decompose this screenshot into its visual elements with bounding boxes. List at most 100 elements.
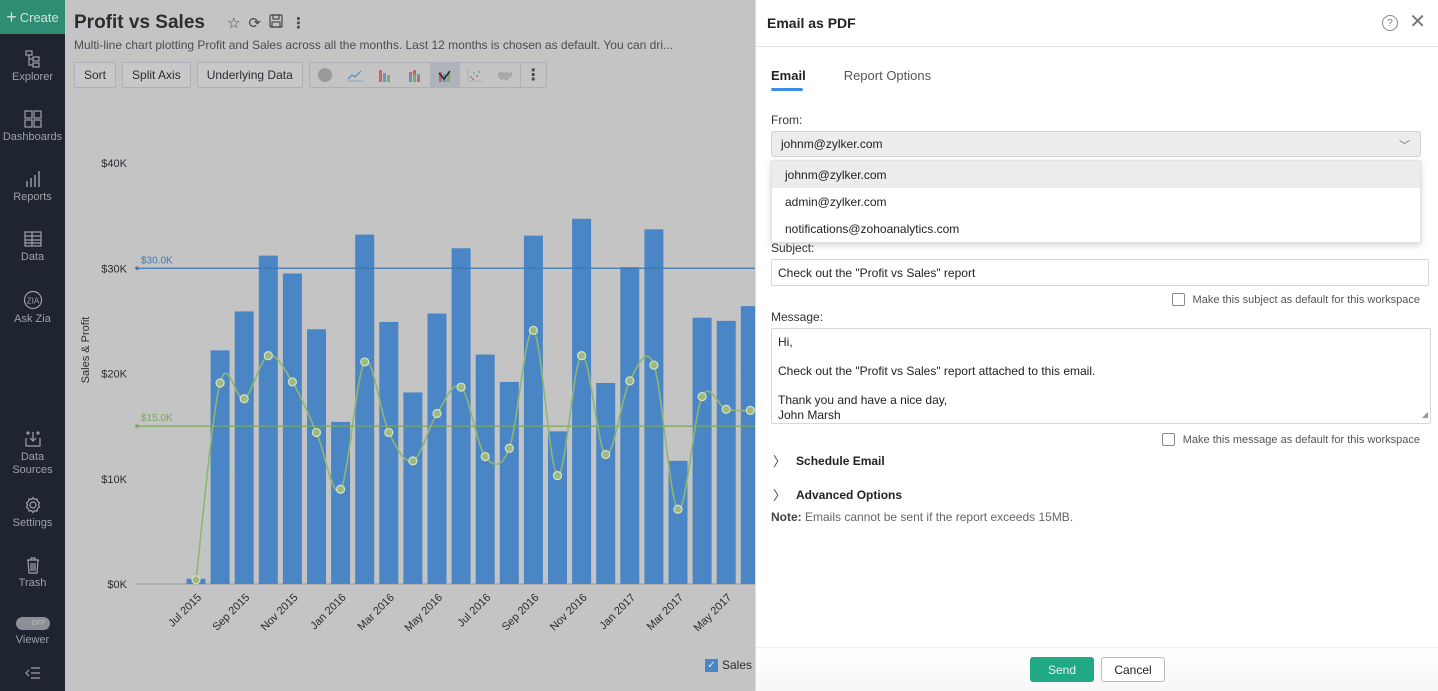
profit-point[interactable] — [721, 404, 731, 414]
profit-point[interactable] — [360, 357, 370, 367]
stacked-bar-chart-icon[interactable] — [400, 63, 430, 87]
profit-point[interactable] — [480, 452, 490, 462]
profit-point[interactable] — [625, 376, 635, 386]
resize-handle-icon[interactable]: ◢ — [1422, 408, 1428, 423]
refresh-icon[interactable]: ⟳ — [248, 14, 261, 32]
sidebar-item-dashboards[interactable]: Dashboards — [0, 110, 65, 143]
sidebar-item-settings[interactable]: Settings — [0, 496, 65, 529]
scatter-chart-icon[interactable] — [460, 63, 490, 87]
from-select[interactable]: johnm@zylker.com ﹀ — [771, 131, 1421, 157]
advanced-options-expander[interactable]: 〉 Advanced Options — [773, 485, 902, 504]
sales-bar[interactable] — [234, 311, 254, 584]
viewer-toggle-switch[interactable]: OFF — [15, 617, 50, 630]
line-chart-icon[interactable] — [340, 63, 370, 87]
sales-bar[interactable] — [258, 255, 278, 584]
sidebar-item-reports[interactable]: Reports — [0, 170, 65, 203]
more-options-icon[interactable]: ⋮ — [291, 14, 306, 32]
tab-report-options[interactable]: Report Options — [844, 68, 931, 91]
sales-bar[interactable] — [403, 392, 423, 584]
report-description: Multi-line chart plotting Profit and Sal… — [74, 38, 673, 52]
map-chart-icon[interactable] — [490, 63, 520, 87]
sales-bar[interactable] — [596, 382, 616, 584]
subject-default-checkbox[interactable] — [1171, 293, 1185, 306]
sales-bar[interactable] — [379, 321, 399, 584]
viewer-toggle[interactable]: OFF Viewer — [0, 617, 65, 646]
create-button[interactable]: + Create — [0, 0, 65, 34]
profit-point[interactable] — [384, 427, 394, 438]
sales-bar[interactable] — [475, 354, 495, 584]
sales-bar[interactable] — [692, 317, 712, 584]
message-default-option[interactable]: Make this message as default for this wo… — [1161, 433, 1420, 446]
sort-button[interactable]: Sort — [74, 62, 117, 88]
profit-point[interactable] — [263, 351, 273, 361]
send-button[interactable]: Send — [1030, 657, 1094, 682]
profit-point[interactable] — [552, 470, 563, 481]
close-icon[interactable]: ✕ — [1409, 12, 1426, 32]
from-option[interactable]: admin@zylker.com — [772, 188, 1420, 215]
sales-bar[interactable] — [427, 313, 447, 584]
profit-point[interactable] — [239, 394, 249, 404]
profit-point[interactable] — [311, 427, 322, 438]
sidebar-item-trash[interactable]: Trash — [0, 556, 65, 589]
schedule-email-expander[interactable]: 〉 Schedule Email — [773, 451, 885, 470]
sidebar-item-ask-zia[interactable]: ZIA Ask Zia — [0, 290, 65, 325]
profit-point[interactable] — [673, 504, 683, 514]
profit-point[interactable] — [215, 378, 225, 388]
profit-point[interactable] — [528, 325, 538, 335]
y-tick-label: $30K — [101, 263, 127, 275]
sidebar-item-data[interactable]: Data — [0, 230, 65, 263]
collapse-sidebar-icon — [24, 667, 40, 679]
legend-sales-label[interactable]: Sales — [722, 658, 752, 672]
sales-bar[interactable] — [451, 248, 471, 584]
sales-bar[interactable] — [572, 218, 592, 584]
sales-bar[interactable] — [355, 234, 375, 584]
profit-point[interactable] — [504, 443, 514, 453]
sidebar-item-data-sources[interactable]: Data Sources — [0, 430, 65, 477]
profit-point[interactable] — [745, 405, 755, 415]
from-option[interactable]: johnm@zylker.com — [772, 161, 1420, 188]
combo-chart-icon[interactable] — [429, 63, 460, 87]
save-icon[interactable] — [269, 14, 283, 32]
x-tick-label: Sep 2016 — [500, 592, 542, 634]
message-default-checkbox[interactable] — [1161, 433, 1175, 446]
star-icon[interactable]: ☆ — [227, 14, 240, 32]
chart-more-options-icon[interactable]: ⋮ — [519, 63, 546, 87]
from-dropdown-menu: johnm@zylker.com admin@zylker.com notifi… — [771, 160, 1421, 243]
legend-sales-checkbox[interactable]: ✓ — [705, 658, 718, 672]
profit-point[interactable] — [576, 351, 587, 361]
x-tick-label: Jul 2016 — [455, 592, 493, 630]
sales-bar[interactable] — [331, 421, 351, 584]
sidebar-item-explorer[interactable]: Explorer — [0, 50, 65, 83]
profit-point[interactable] — [456, 382, 466, 392]
split-axis-button[interactable]: Split Axis — [122, 62, 191, 88]
profit-point[interactable] — [432, 408, 442, 419]
sales-bar[interactable] — [307, 329, 326, 584]
profit-point[interactable] — [336, 484, 346, 494]
sales-bar[interactable] — [716, 320, 736, 584]
subject-input[interactable]: Check out the "Profit vs Sales" report — [771, 259, 1429, 286]
sales-bar[interactable] — [740, 306, 755, 584]
tab-email[interactable]: Email — [771, 68, 806, 91]
chevron-right-icon: 〉 — [773, 454, 787, 469]
gear-icon — [25, 496, 40, 514]
pie-chart-icon[interactable] — [310, 63, 340, 87]
message-textarea[interactable]: Hi, Check out the "Profit vs Sales" repo… — [771, 328, 1431, 424]
collapse-sidebar-button[interactable] — [0, 667, 65, 682]
profit-point[interactable] — [649, 360, 659, 370]
profit-point[interactable] — [191, 575, 201, 585]
from-option[interactable]: notifications@zohoanalytics.com — [772, 215, 1420, 242]
help-icon[interactable]: ? — [1382, 15, 1398, 31]
profit-point[interactable] — [408, 456, 418, 466]
sales-bar[interactable] — [523, 235, 543, 584]
profit-point[interactable] — [601, 449, 611, 460]
explorer-icon — [24, 50, 40, 68]
subject-default-option[interactable]: Make this subject as default for this wo… — [1171, 293, 1420, 306]
underlying-data-button[interactable]: Underlying Data — [196, 62, 303, 88]
y-tick-label: $10K — [101, 474, 127, 486]
profit-point[interactable] — [287, 377, 297, 387]
cancel-button[interactable]: Cancel — [1101, 657, 1165, 682]
reference-line-marker — [135, 424, 139, 428]
bar-chart-icon[interactable] — [370, 63, 400, 87]
sales-bar[interactable] — [282, 273, 302, 584]
profit-point[interactable] — [697, 392, 707, 402]
